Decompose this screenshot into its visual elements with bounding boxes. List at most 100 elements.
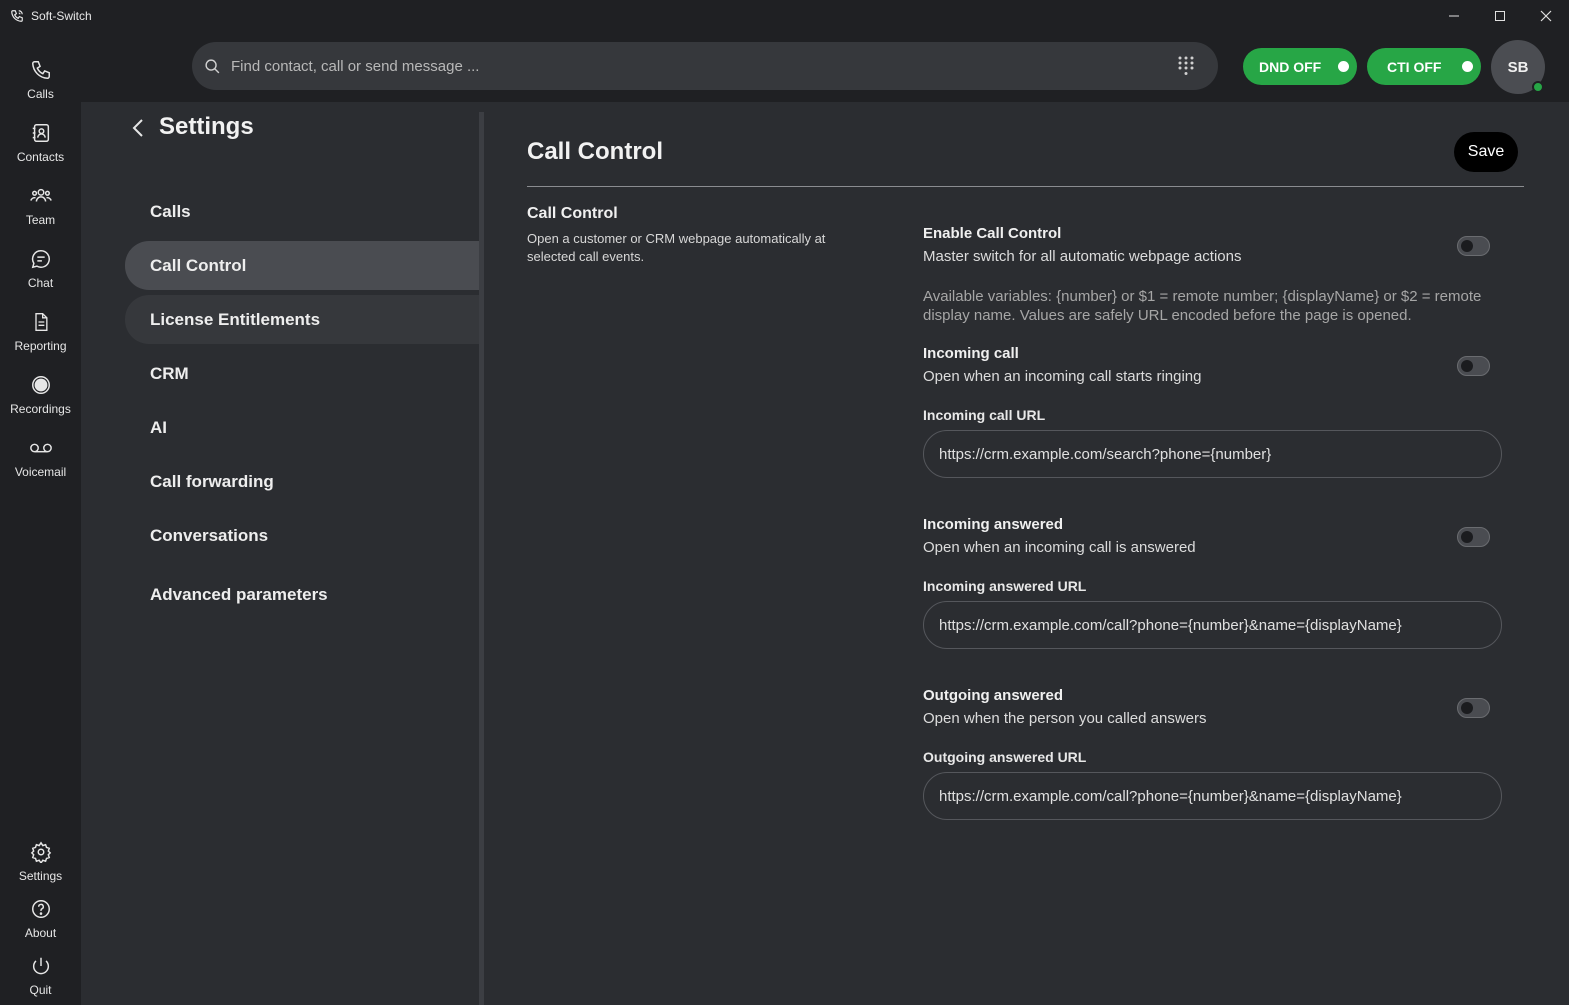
incoming-answered-url-label: Incoming answered URL [923,578,1087,594]
outgoing-answered-url-label: Outgoing answered URL [923,749,1087,765]
title-bar: Soft-Switch [0,0,1569,32]
power-icon [29,952,53,980]
minimize-icon [1449,15,1459,17]
rail-item-team[interactable]: Team [0,182,81,242]
maximize-icon [1495,11,1505,21]
toggle-knob [1461,240,1473,252]
rail-item-chat[interactable]: Chat [0,245,81,305]
rail-label: Reporting [14,339,67,353]
url-value: https://crm.example.com/call?phone={numb… [939,787,1402,805]
nav-label: AI [150,417,167,437]
rail-item-quit[interactable]: Quit [0,952,81,1005]
search-input[interactable]: Find contact, call or send message ... [231,58,479,75]
app-phone-icon [9,8,25,24]
rail-item-about[interactable]: About [0,895,81,955]
rail-item-recordings[interactable]: Recordings [0,371,81,431]
nav-label: Conversations [150,525,269,545]
dnd-toggle[interactable]: DND OFF [1243,48,1357,85]
rail-label: About [24,926,57,940]
rail-label: Team [25,213,56,227]
document-icon [29,308,53,336]
toggle-knob [1461,702,1473,714]
settings-nav-license-entitlements[interactable]: License Entitlements [125,295,480,344]
toggle-knob [1461,531,1473,543]
outgoing-answered-toggle[interactable] [1457,698,1490,718]
toggle-knob [1461,360,1473,372]
top-header: Find contact, call or send message ... D… [81,32,1569,102]
url-value: https://crm.example.com/search?phone={nu… [939,445,1272,463]
section-description: Open a customer or CRM webpage automatic… [527,231,826,264]
settings-nav-crm[interactable]: CRM [125,349,480,398]
rail-label: Quit [29,983,52,997]
rail-item-reporting[interactable]: Reporting [0,308,81,368]
settings-nav-ai[interactable]: AI [125,403,480,452]
rail-item-calls[interactable]: Calls [0,56,81,116]
incoming-call-title: Incoming call [923,345,1019,362]
help-icon [29,895,53,923]
header-divider [527,186,1524,187]
rail-item-contacts[interactable]: Contacts [0,119,81,179]
incoming-answered-title: Incoming answered [923,516,1064,533]
nav-label: License Entitlements [150,309,321,329]
enable-call-control-toggle[interactable] [1457,236,1490,256]
maximize-button[interactable] [1477,0,1523,32]
nav-label: Calls [150,201,191,221]
nav-label: Advanced parameters [150,584,328,604]
avatar-initials: SB [1507,58,1529,76]
incoming-call-url-field[interactable]: https://crm.example.com/search?phone={nu… [923,430,1502,478]
close-button[interactable] [1523,0,1569,32]
incoming-answered-description: Open when an incoming call is answered [923,539,1196,556]
variables-note: Available variables: {number} or $1 = re… [923,288,1482,324]
cti-indicator [1462,61,1473,72]
nav-label: Call forwarding [150,471,274,491]
settings-nav-conversations[interactable]: Conversations [125,511,480,560]
cti-label: CTI OFF [1387,58,1442,75]
nav-label: CRM [150,363,189,383]
cti-toggle[interactable]: CTI OFF [1367,48,1481,85]
team-icon [29,182,53,210]
incoming-call-toggle[interactable] [1457,356,1490,376]
enable-call-control-title: Enable Call Control [923,225,1062,242]
record-icon [29,371,53,399]
enable-call-control-description: Master switch for all automatic webpage … [923,248,1242,265]
settings-nav: Settings Calls Call Control License Enti… [81,102,480,1005]
outgoing-answered-title: Outgoing answered [923,687,1064,704]
chat-icon [29,245,53,273]
rail-label: Chat [27,276,54,290]
settings-nav-calls[interactable]: Calls [125,187,480,236]
rail-label: Voicemail [14,465,67,479]
settings-nav-call-forwarding[interactable]: Call forwarding [125,457,480,506]
rail-label: Recordings [10,402,71,416]
page-title: Call Control [527,138,663,165]
gear-icon [29,838,53,866]
back-arrow-icon[interactable] [131,118,147,138]
rail-item-settings[interactable]: Settings [0,838,81,898]
outgoing-answered-description: Open when the person you called answers [923,710,1207,727]
contacts-icon [29,119,53,147]
dnd-indicator [1338,61,1349,72]
incoming-call-description: Open when an incoming call starts ringin… [923,368,1202,385]
rail-label: Contacts [16,150,65,164]
panel-divider[interactable] [479,112,484,1005]
rail-label: Calls [27,87,54,101]
incoming-answered-url-field[interactable]: https://crm.example.com/call?phone={numb… [923,601,1502,649]
section-title: Call Control [527,205,618,222]
voicemail-icon [29,434,53,462]
close-icon [1540,10,1552,22]
outgoing-answered-url-field[interactable]: https://crm.example.com/call?phone={numb… [923,772,1502,820]
save-button[interactable]: Save [1454,132,1518,172]
url-value: https://crm.example.com/call?phone={numb… [939,616,1402,634]
incoming-answered-toggle[interactable] [1457,527,1490,547]
avatar[interactable]: SB [1491,40,1545,94]
nav-label: Call Control [150,255,247,275]
search-icon [203,57,221,75]
incoming-call-url-label: Incoming call URL [923,407,1046,423]
rail-item-voicemail[interactable]: Voicemail [0,434,81,494]
search-bar[interactable]: Find contact, call or send message ... [192,42,1218,90]
settings-title: Settings [159,113,254,140]
dnd-label: DND OFF [1259,58,1322,75]
settings-nav-call-control[interactable]: Call Control [125,241,480,290]
minimize-button[interactable] [1431,0,1477,32]
dialpad-icon[interactable] [1176,56,1196,76]
settings-nav-advanced-parameters[interactable]: Advanced parameters [125,570,480,619]
